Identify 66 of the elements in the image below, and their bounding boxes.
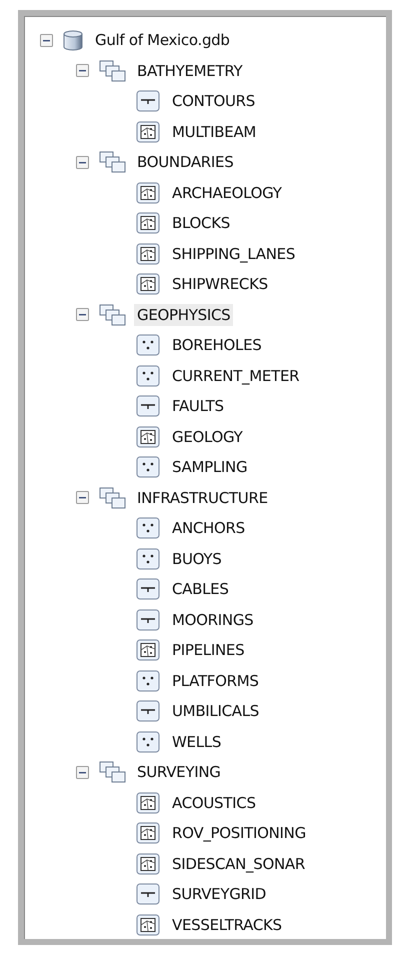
point-layer-icon: [136, 364, 160, 387]
layer-name[interactable]: ACOUSTICS: [169, 792, 259, 814]
dataset-name[interactable]: GEOPHYSICS: [134, 304, 234, 326]
layer-name[interactable]: GEOLOGY: [169, 426, 246, 448]
layer-name[interactable]: CABLES: [169, 578, 232, 600]
point-layer-icon: [136, 334, 160, 356]
layer-name[interactable]: ARCHAEOLOGY: [169, 182, 285, 204]
polygon-layer-icon: [136, 639, 160, 662]
point-layer-icon: [136, 548, 160, 570]
point-layer-icon: [136, 730, 160, 753]
line-layer-icon: [136, 578, 160, 600]
polygon-layer-icon: [136, 914, 160, 936]
polygon-layer-icon: [136, 426, 160, 448]
polygon-layer-icon: [136, 212, 160, 234]
layer-name[interactable]: PIPELINES: [169, 639, 248, 662]
layer-name[interactable]: ANCHORS: [169, 517, 248, 540]
layer-name[interactable]: SHIPPING_LANES: [169, 242, 298, 265]
point-layer-icon: [136, 456, 160, 478]
layer-name[interactable]: SHIPWRECKS: [169, 273, 271, 296]
layer-name[interactable]: MULTIBEAM: [169, 120, 260, 143]
collapse-icon[interactable]: [76, 766, 89, 779]
dataset-icon: [99, 304, 126, 326]
collapse-icon[interactable]: [40, 34, 53, 47]
layer-name[interactable]: PLATFORMS: [169, 670, 262, 692]
layer-name[interactable]: ROV_POSITIONING: [169, 822, 309, 844]
line-layer-icon: [136, 883, 160, 906]
point-layer-icon: [136, 517, 160, 540]
layer-name[interactable]: SAMPLING: [169, 456, 250, 478]
dataset-icon: [99, 60, 126, 82]
line-layer-icon: [136, 700, 160, 722]
polygon-layer-icon: [136, 273, 160, 296]
layer-name[interactable]: CURRENT_METER: [169, 364, 302, 387]
dataset-name[interactable]: INFRASTRUCTURE: [134, 486, 271, 509]
dataset-icon: [99, 486, 126, 509]
polygon-layer-icon: [136, 822, 160, 844]
layer-name[interactable]: VESSELTRACKS: [169, 914, 285, 936]
collapse-icon[interactable]: [76, 308, 89, 322]
collapse-icon[interactable]: [76, 156, 89, 169]
collapse-icon[interactable]: [76, 64, 89, 78]
line-layer-icon: [136, 90, 160, 112]
dataset-name[interactable]: SURVEYING: [134, 761, 224, 784]
dataset-icon: [99, 761, 126, 784]
polygon-layer-icon: [136, 120, 160, 143]
layer-name[interactable]: FAULTS: [169, 395, 227, 418]
layer-name[interactable]: CONTOURS: [169, 90, 258, 112]
database-name[interactable]: Gulf of Mexico.gdb: [92, 29, 233, 52]
dataset-name[interactable]: BATHYEMETRY: [134, 60, 246, 82]
polygon-layer-icon: [136, 182, 160, 204]
polygon-layer-icon: [136, 242, 160, 265]
point-layer-icon: [136, 670, 160, 692]
dataset-name[interactable]: BOUNDARIES: [134, 151, 236, 174]
database-icon: [63, 30, 83, 51]
collapse-icon[interactable]: [76, 491, 89, 504]
layer-name[interactable]: BLOCKS: [169, 212, 233, 234]
layer-name[interactable]: MOORINGS: [169, 608, 256, 631]
dataset-icon: [99, 151, 126, 174]
line-layer-icon: [136, 395, 160, 418]
layer-name[interactable]: UMBILICALS: [169, 700, 262, 722]
layer-name[interactable]: SURVEYGRID: [169, 883, 270, 906]
polygon-layer-icon: [136, 792, 160, 814]
layer-name[interactable]: BOREHOLES: [169, 334, 264, 356]
line-layer-icon: [136, 608, 160, 631]
layer-name[interactable]: WELLS: [169, 730, 224, 753]
layer-name[interactable]: BUOYS: [169, 548, 224, 570]
layer-name[interactable]: SIDESCAN_SONAR: [169, 852, 308, 875]
polygon-layer-icon: [136, 852, 160, 875]
